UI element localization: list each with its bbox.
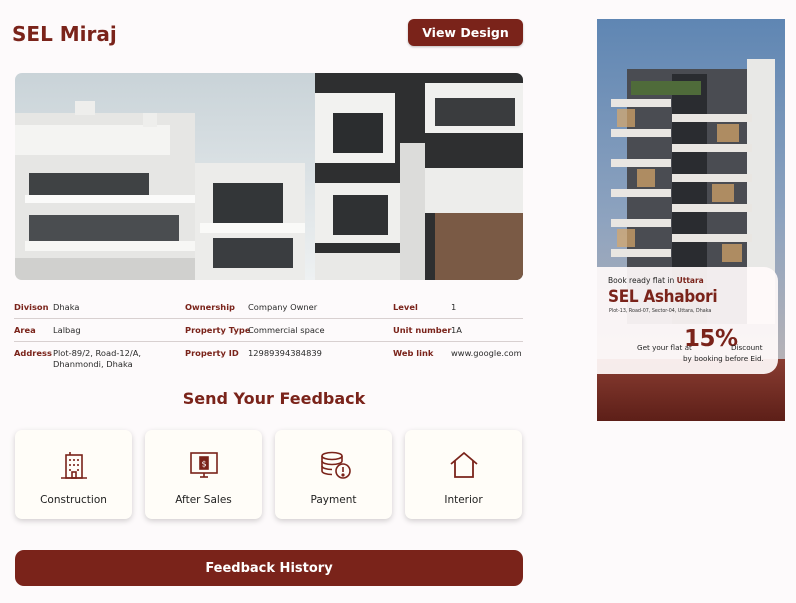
feedback-history-button[interactable]: Feedback History <box>15 550 523 586</box>
view-design-button[interactable]: View Design <box>408 19 523 46</box>
page-title: SEL Miraj <box>12 22 117 46</box>
construction-label: Construction <box>40 494 107 506</box>
promo-address: Plot-13, Road-07, Sector-04, Uttara, Dha… <box>609 309 712 314</box>
promo-offer-note: by booking before Eid. <box>683 354 764 363</box>
address-label: Address <box>14 348 52 358</box>
interior-label: Interior <box>444 494 483 506</box>
coins-icon <box>321 451 351 479</box>
promo-discount-percent: 15% <box>684 326 738 352</box>
property-id-value: 12989394384839 <box>248 348 322 358</box>
property-details: Divison Dhaka Ownership Company Owner Le… <box>14 296 523 372</box>
details-row: Address Plot-89/2, Road-12/A, Dhanmondi,… <box>14 342 523 372</box>
promo-line1-prefix: Book ready flat in <box>608 276 675 285</box>
details-row: Area Lalbag Property Type Commercial spa… <box>14 319 523 342</box>
promo-line1: Book ready flat in Uttara <box>608 276 704 285</box>
feedback-categories: Construction $ After Sales Payment Inter… <box>15 430 523 519</box>
monitor-dollar-icon: $ <box>190 452 218 478</box>
svg-text:$: $ <box>201 460 206 469</box>
feedback-card-construction[interactable]: Construction <box>15 430 132 519</box>
division-value: Dhaka <box>53 302 80 312</box>
house-icon <box>450 451 478 478</box>
promo-banner[interactable]: Book ready flat in Uttara SEL Ashabori P… <box>597 19 785 421</box>
area-label: Area <box>14 325 36 335</box>
property-hero-image <box>15 73 523 280</box>
promo-offer-suffix: Discount <box>731 343 763 352</box>
feedback-card-interior[interactable]: Interior <box>405 430 522 519</box>
property-type-value: Commercial space <box>248 325 325 335</box>
property-id-label: Property ID <box>185 348 239 358</box>
details-row: Divison Dhaka Ownership Company Owner Le… <box>14 296 523 319</box>
area-value: Lalbag <box>53 325 81 335</box>
level-label: Level <box>393 302 418 312</box>
ownership-value: Company Owner <box>248 302 318 312</box>
unit-number-label: Unit number <box>393 325 452 335</box>
level-value: 1 <box>451 302 457 312</box>
feedback-card-payment[interactable]: Payment <box>275 430 392 519</box>
after-sales-label: After Sales <box>175 494 232 506</box>
division-label: Divison <box>14 302 49 312</box>
promo-text-card: Book ready flat in Uttara SEL Ashabori P… <box>597 267 778 374</box>
unit-number-value: 1A <box>451 325 462 335</box>
promo-project-name: SEL Ashabori <box>608 287 718 307</box>
address-value: Plot-89/2, Road-12/A, Dhanmondi, Dhaka <box>53 348 142 369</box>
feedback-heading: Send Your Feedback <box>182 389 366 408</box>
ownership-label: Ownership <box>185 302 235 312</box>
property-type-label: Property Type <box>185 325 251 335</box>
payment-label: Payment <box>310 494 357 506</box>
feedback-card-after-sales[interactable]: $ After Sales <box>145 430 262 519</box>
web-link-label: Web link <box>393 348 434 358</box>
promo-line1-place: Uttara <box>676 276 704 285</box>
web-link-value[interactable]: www.google.com <box>451 348 522 359</box>
building-icon <box>61 452 87 479</box>
